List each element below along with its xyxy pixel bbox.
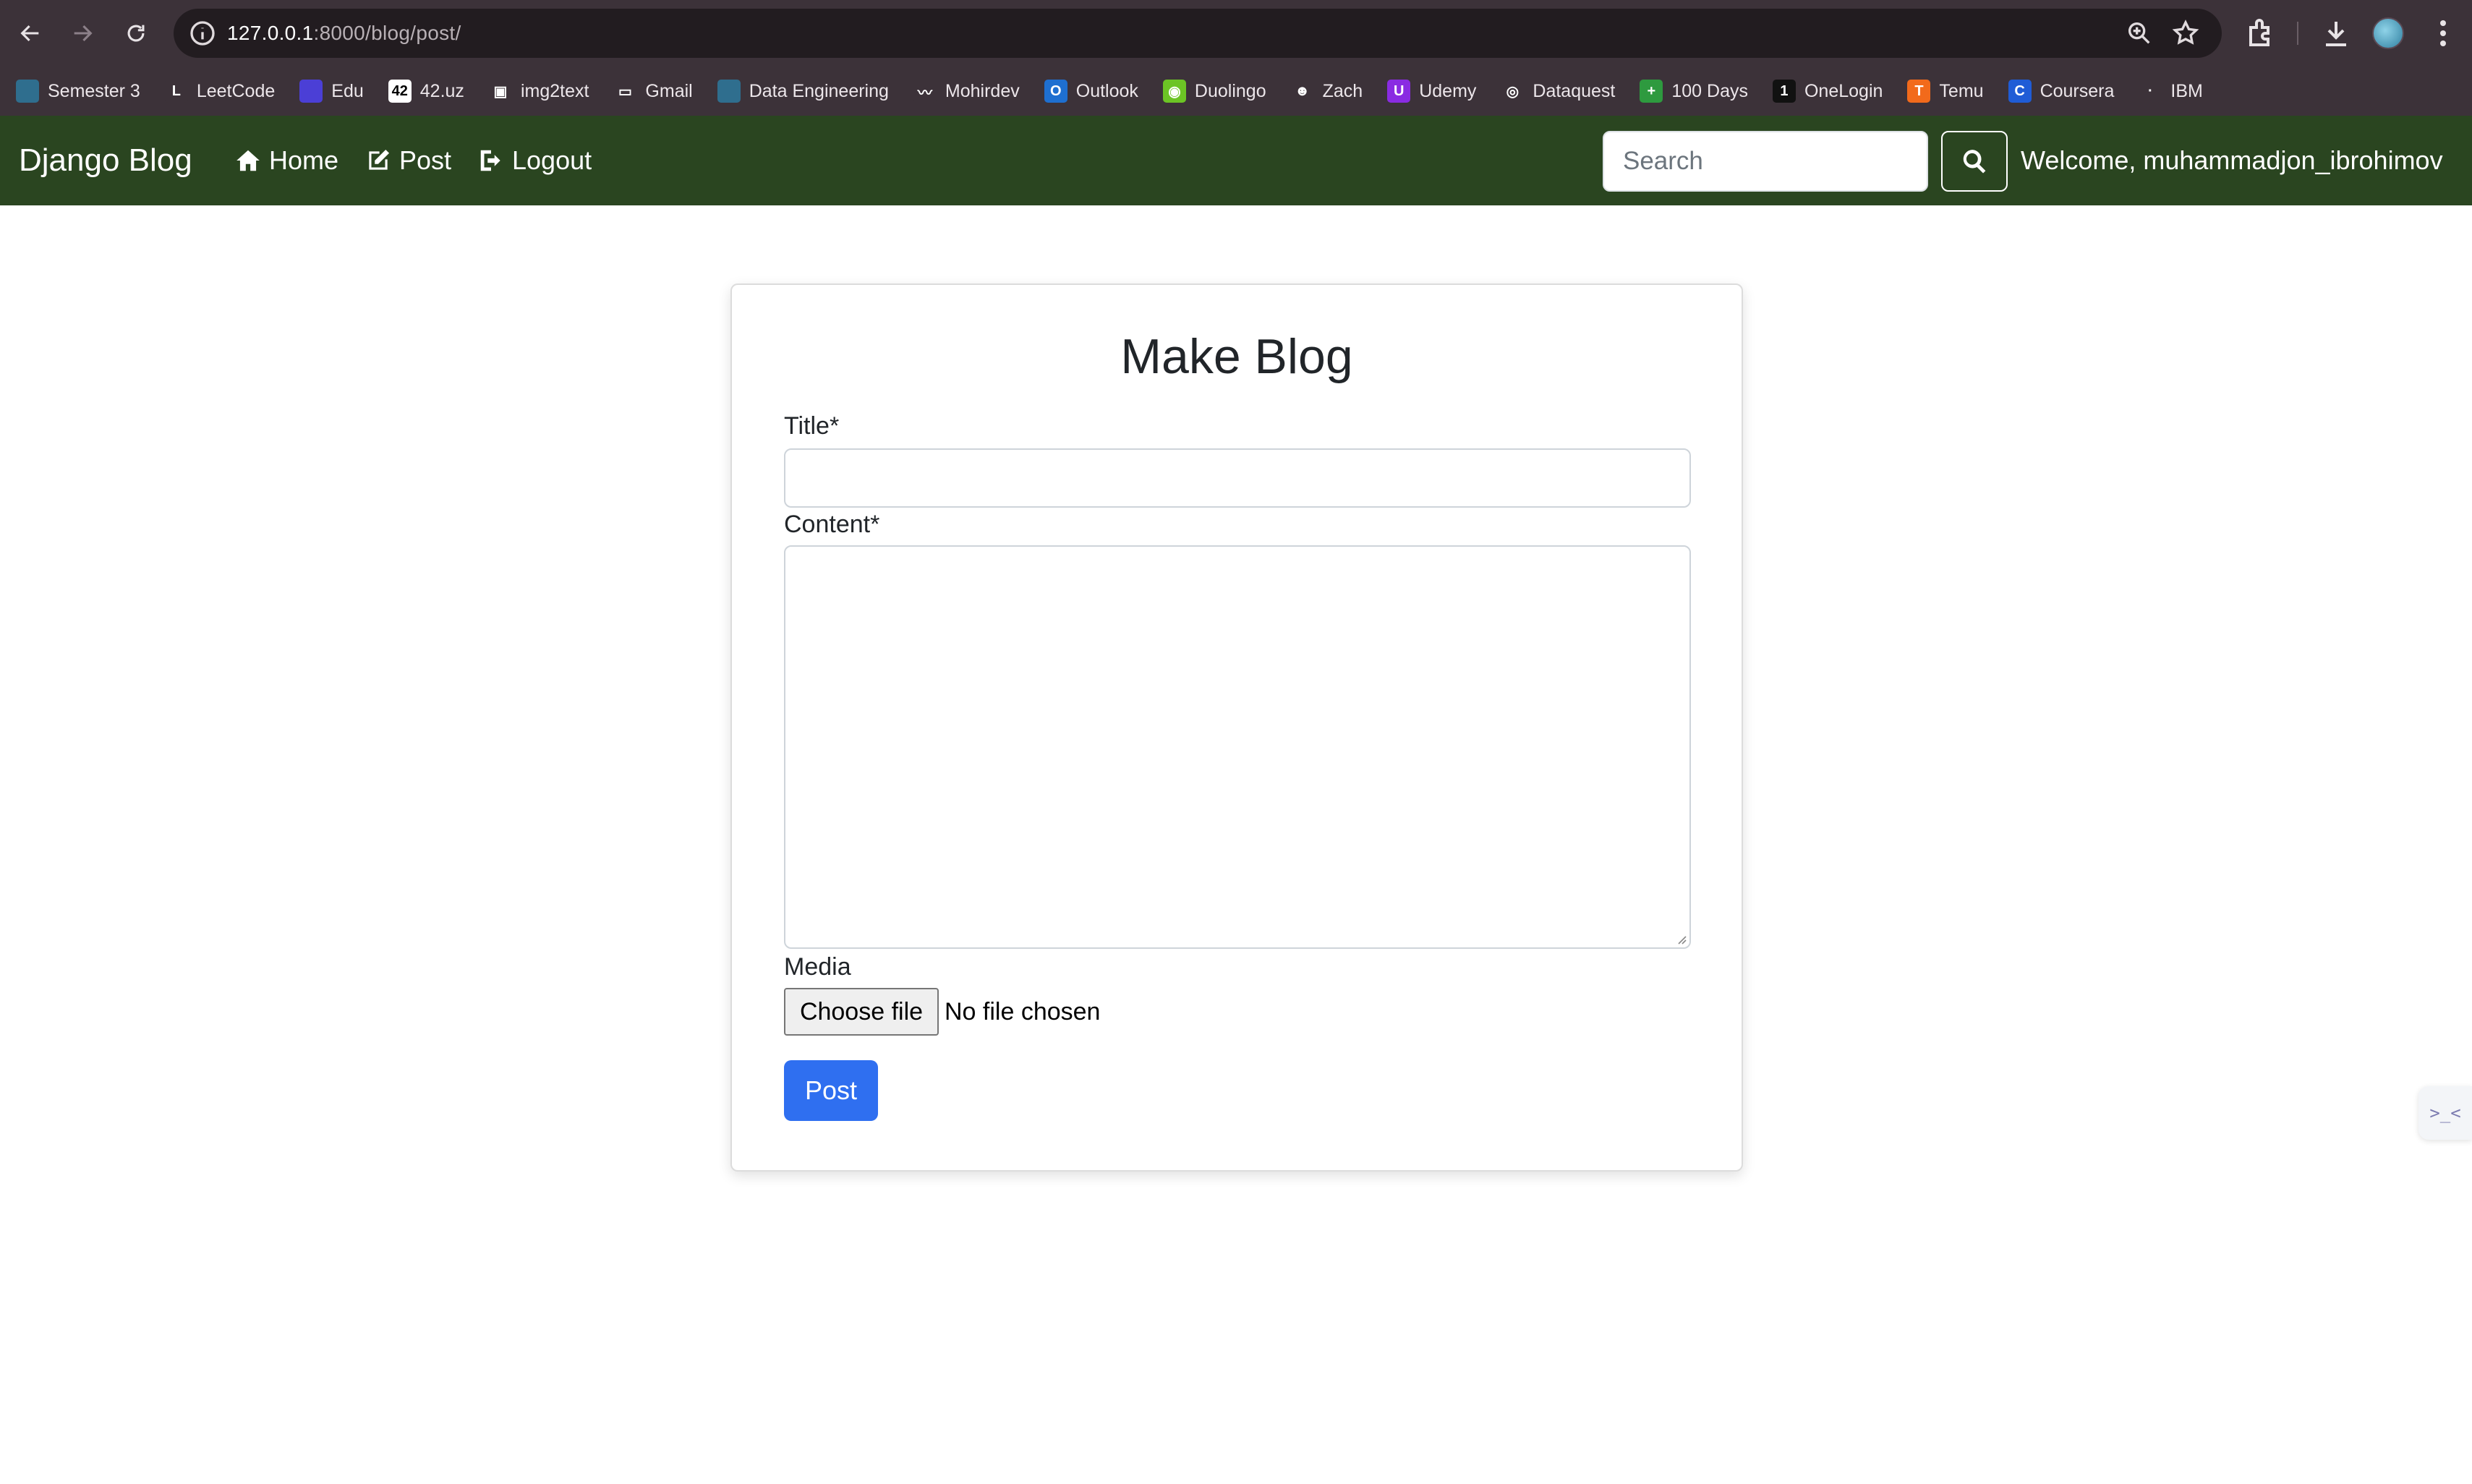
bookmark-item[interactable]: ◉ Duolingo [1162,75,1266,107]
bookmark-label: Edu [331,80,364,101]
bookmark-label: Mohirdev [945,80,1020,101]
url-text[interactable]: 127.0.0.1:8000/blog/post/ [227,9,461,58]
bookmark-favicon-icon: 1 [1772,80,1796,103]
forward-icon[interactable] [61,12,104,55]
edit-icon [369,149,390,170]
bookmark-label: 42.uz [419,80,464,101]
title-field[interactable] [784,448,1691,508]
bookmark-favicon-icon: · [2139,80,2162,103]
kebab-menu-icon[interactable] [2426,16,2460,51]
bookmark-favicon-icon: T [1907,80,1931,103]
bookmark-favicon-icon: ▣ [488,80,512,103]
bookmark-favicon-icon: U [1387,80,1411,103]
bookmark-favicon-icon: ☻ [1290,80,1314,103]
bookmark-item[interactable]: ▭ Gmail [613,75,693,107]
bookmark-item[interactable]: 42 42.uz [388,75,464,107]
nav-logout-link[interactable]: Logout [477,116,592,205]
bookmark-favicon-icon: C [2008,80,2032,103]
bookmark-label: img2text [520,80,589,101]
bookmark-item[interactable]: ◎ Dataquest [1501,75,1615,107]
page-title: Make Blog [1120,329,1353,384]
bookmark-label: LeetCode [196,80,276,101]
nav-home-link[interactable]: Home [234,116,338,205]
choose-file-button[interactable]: Choose file [784,988,939,1036]
bookmark-label: Semester 3 [48,80,140,101]
make-blog-card: Make Blog Title* Content* Media Choose f… [730,283,1743,1172]
nav-post-label: Post [399,145,452,175]
bookmark-item[interactable]: L LeetCode [164,75,276,107]
file-status-text: No file chosen [945,998,1101,1025]
post-submit-button[interactable]: Post [784,1060,878,1121]
bookmark-label: Coursera [2040,80,2115,101]
browser-toolbar: 127.0.0.1:8000/blog/post/ [0,0,2472,67]
toolbar-divider [2297,22,2298,45]
bookmark-favicon-icon: ◎ [1501,80,1525,103]
bookmark-favicon-icon [16,80,39,103]
bookmark-item[interactable]: 1 OneLogin [1772,75,1883,107]
profile-avatar[interactable] [2372,17,2404,49]
bookmark-label: Udemy [1419,80,1477,101]
bookmark-item[interactable]: 〰 Mohirdev [913,75,1020,107]
search-button[interactable] [1941,131,2008,192]
address-bar[interactable]: 127.0.0.1:8000/blog/post/ [174,9,2222,58]
bookmark-star-icon[interactable] [2171,19,2200,48]
bookmark-favicon-icon: ▭ [613,80,637,103]
bookmark-label: Gmail [645,80,693,101]
bookmark-favicon-icon: L [164,80,188,103]
extensions-icon[interactable] [2243,16,2278,51]
bookmark-favicon-icon: + [1640,80,1663,103]
bookmark-favicon-icon [717,80,741,103]
bookmark-label: OneLogin [1804,80,1883,101]
content-label: Content* [784,511,880,538]
bookmark-label: Outlook [1075,80,1138,101]
logout-icon [480,150,500,171]
bookmark-item[interactable]: ▣ img2text [488,75,589,107]
url-host: 127.0.0.1 [227,22,314,44]
bookmark-favicon-icon: 42 [388,80,412,103]
bookmark-label: Dataquest [1533,80,1616,101]
bookmark-item[interactable]: ☻ Zach [1290,75,1363,107]
site-navbar: Django Blog Home Post Logout Welcome, mu… [0,116,2472,205]
search-icon [1963,150,1986,174]
welcome-text: Welcome, muhammadjon_ibrohimov [2021,145,2443,175]
bookmarks-bar: Semester 3 L LeetCode Edu 42 42.uz ▣ img2text ▭ G… [0,67,2472,116]
brand-link[interactable]: Django Blog [19,116,192,205]
bookmark-label: IBM [2170,80,2203,101]
bookmark-label: Zach [1322,80,1363,101]
reload-icon[interactable] [114,12,158,55]
bookmark-item[interactable]: O Outlook [1044,75,1138,107]
nav-logout-label: Logout [512,145,592,175]
nav-home-label: Home [269,145,339,175]
bookmark-item[interactable]: +100 Days [1640,75,1748,107]
title-label: Title* [784,412,840,440]
bookmark-label: Data Engineering [749,80,889,101]
bookmark-label: 100 Days [1671,80,1748,101]
bookmark-label: Temu [1939,80,1984,101]
zoom-icon[interactable] [2125,19,2154,48]
bookmark-favicon-icon: ◉ [1162,80,1186,103]
bookmark-favicon-icon: O [1044,80,1067,103]
back-icon[interactable] [9,12,52,55]
url-path: :8000/blog/post/ [313,22,461,44]
bookmark-item[interactable]: Data Engineering [717,75,889,107]
bookmark-favicon-icon [299,80,323,103]
bookmark-item[interactable]: Edu [299,75,364,107]
bookmark-item[interactable]: C Coursera [2008,75,2115,107]
content-textarea[interactable] [784,545,1691,949]
bookmark-item[interactable]: Semester 3 [16,75,140,107]
bookmark-label: Duolingo [1194,80,1266,101]
nav-post-link[interactable]: Post [365,116,451,205]
resize-handle-icon[interactable] [1675,933,1687,944]
bookmark-item[interactable]: U Udemy [1387,75,1476,107]
media-label: Media [784,953,851,981]
bookmark-item[interactable]: · IBM [2139,75,2203,107]
home-icon [236,150,260,171]
site-info-icon[interactable] [188,19,217,48]
bookmark-item[interactable]: T Temu [1907,75,1984,107]
bookmark-favicon-icon: 〰 [913,80,937,103]
search-input[interactable] [1603,131,1928,192]
download-icon[interactable] [2319,16,2353,51]
side-extension-tab[interactable]: >_< [2418,1086,2472,1140]
